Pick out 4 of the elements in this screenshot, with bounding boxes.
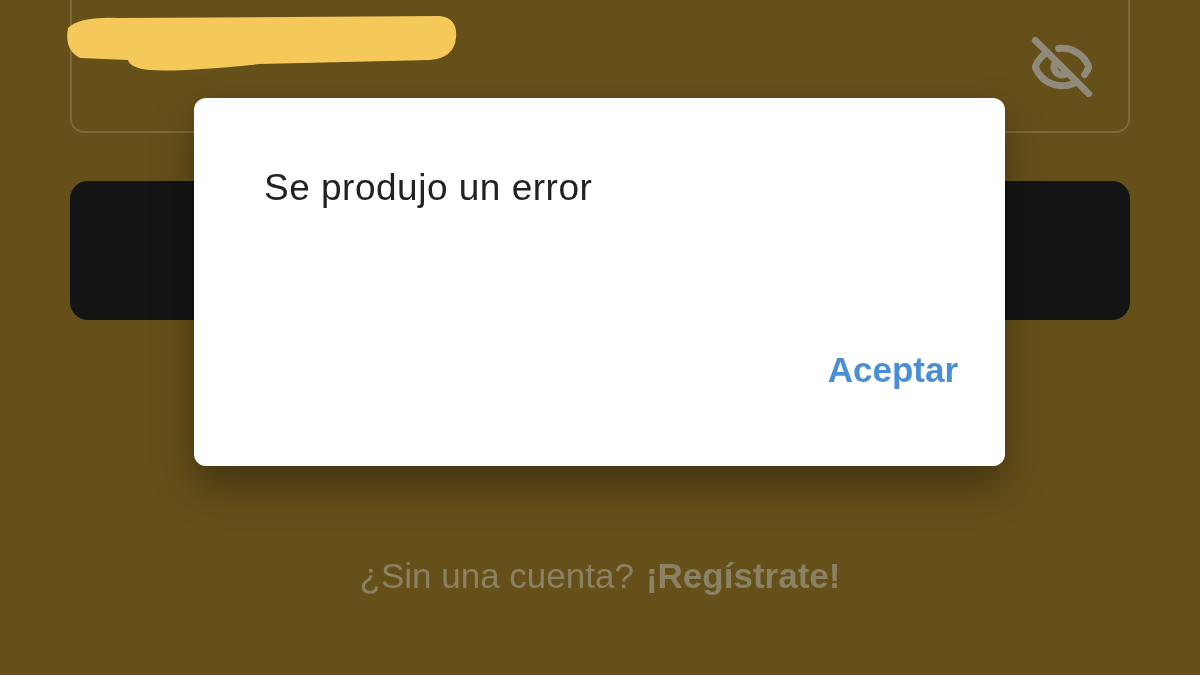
accept-button[interactable]: Aceptar [827,343,958,396]
dialog-title: Se produjo un error [264,166,594,210]
signup-prompt-text: ¿Sin una cuenta? [359,555,634,597]
signup-link[interactable]: ¡Regístrate! [645,550,841,603]
